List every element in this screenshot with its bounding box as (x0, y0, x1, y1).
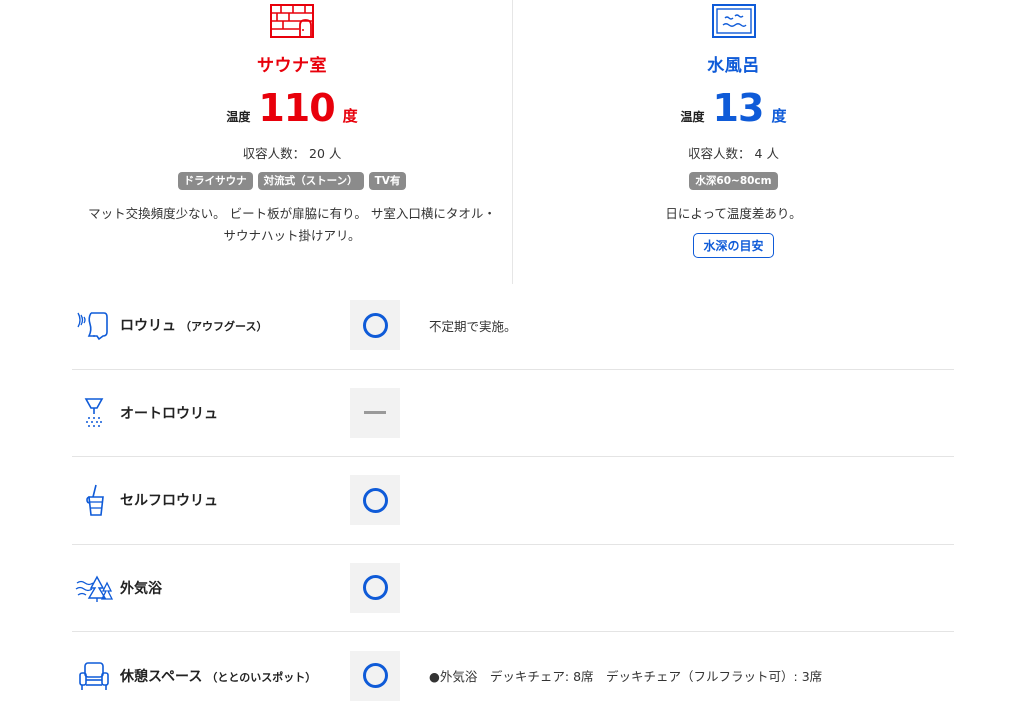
water-bath-temperature: 温度 13 度 (681, 86, 787, 136)
water-bath-capacity: 収容人数： 4 人 (688, 146, 779, 161)
availability-mark (350, 300, 400, 351)
available-circle-icon (362, 663, 388, 689)
sauna-room-icon (269, 3, 315, 39)
availability-mark (350, 650, 400, 701)
unavailable-dash-icon (364, 411, 386, 415)
temperature-unit: 度 (342, 107, 358, 125)
feature-label: 外気浴 (114, 578, 350, 598)
temperature-value: 13 (712, 86, 765, 130)
sauna-room-title: サウナ室 (257, 56, 327, 76)
tag-dry-sauna: ドライサウナ (177, 172, 253, 190)
feature-note: 不定期で実施。 (429, 318, 517, 334)
temperature-label: 温度 (226, 110, 251, 124)
water-bath-icon (711, 3, 757, 39)
water-bath-tags: 水深60~80cm (689, 172, 778, 190)
feature-label: ロウリュ （アウフグース） (114, 315, 350, 335)
outdoor-air-bath-icon (74, 568, 114, 608)
feature-name: ロウリュ (120, 318, 176, 335)
temperature-label: 温度 (680, 110, 705, 124)
availability-mark (350, 562, 400, 613)
tag-water-depth: 水深60~80cm (689, 172, 778, 190)
feature-name: セルフロウリュ (120, 493, 218, 510)
temperature-value: 110 (258, 86, 335, 130)
feature-row-rest-space: 休憩スペース （ととのいスポット） ●外気浴 デッキチェア: 8席 デッキチェア（… (72, 632, 954, 708)
feature-sub: （アウフグース） (180, 320, 268, 334)
sauna-room-panel: サウナ室 温度 110 度 収容人数： 20 人 ドライサウナ 対流式（ストーン… (72, 0, 513, 284)
feature-name: オートロウリュ (120, 405, 218, 422)
feature-row-loyly: ロウリュ （アウフグース） 不定期で実施。 (72, 282, 954, 370)
sauna-capacity: 収容人数： 20 人 (242, 146, 342, 161)
temperature-unit: 度 (771, 107, 787, 125)
rest-space-icon (74, 656, 114, 696)
feature-sub: （ととのいスポット） (206, 670, 317, 684)
feature-name: 休憩スペース (120, 668, 203, 685)
self-loyly-icon (74, 480, 114, 520)
feature-list: ロウリュ （アウフグース） 不定期で実施。 オートロウリュ セルフロウリュ 外気… (72, 282, 954, 708)
available-circle-icon (362, 487, 388, 513)
sauna-temperature: 温度 110 度 (226, 86, 357, 136)
feature-label: オートロウリュ (114, 403, 350, 423)
facility-summary: サウナ室 温度 110 度 収容人数： 20 人 ドライサウナ 対流式（ストーン… (72, 0, 954, 284)
feature-row-self-loyly: セルフロウリュ (72, 457, 954, 545)
availability-mark (350, 387, 400, 438)
feature-row-auto-loyly: オートロウリュ (72, 370, 954, 457)
availability-mark (350, 475, 400, 526)
feature-label: 休憩スペース （ととのいスポット） (114, 666, 350, 686)
water-bath-panel: 水風呂 温度 13 度 収容人数： 4 人 水深60~80cm 日によって温度差… (513, 0, 954, 284)
available-circle-icon (362, 575, 388, 601)
water-depth-guide-button[interactable]: 水深の目安 (693, 233, 774, 258)
sauna-description: マット交換頻度少ない。 ビート板が扉脇に有り。 サ室入口横にタオル・サウナハット… (88, 206, 496, 243)
feature-row-outdoor-air-bath: 外気浴 (72, 545, 954, 632)
water-bath-description: 日によって温度差あり。 (665, 206, 802, 221)
water-bath-title: 水風呂 (707, 56, 760, 76)
available-circle-icon (362, 312, 388, 338)
tag-convection-stone: 対流式（ストーン） (257, 172, 364, 190)
auto-loyly-icon (74, 393, 114, 433)
feature-note: ●外気浴 デッキチェア: 8席 デッキチェア（フルフラット可）: 3席 (429, 669, 823, 685)
loyly-aufguss-icon (74, 305, 114, 345)
feature-name: 外気浴 (120, 580, 162, 597)
feature-label: セルフロウリュ (114, 490, 350, 510)
sauna-tags: ドライサウナ 対流式（ストーン） TV有 (177, 172, 407, 190)
tag-tv: TV有 (368, 172, 407, 190)
